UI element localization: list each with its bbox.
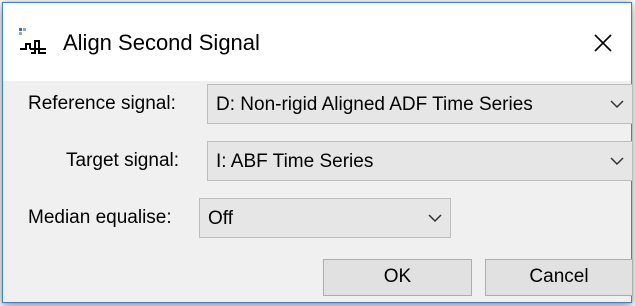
signal-align-app-icon bbox=[19, 28, 46, 54]
dialog-window: Align Second Signal Reference signal: D:… bbox=[2, 2, 633, 303]
chevron-down-icon bbox=[610, 157, 624, 166]
median-equalise-dropdown[interactable]: Off bbox=[199, 198, 451, 238]
chevron-down-icon bbox=[610, 100, 624, 109]
reference-signal-dropdown[interactable]: D: Non-rigid Aligned ADF Time Series bbox=[207, 84, 633, 124]
cancel-button[interactable]: Cancel bbox=[485, 259, 633, 296]
close-icon[interactable] bbox=[589, 29, 617, 57]
chevron-down-icon bbox=[428, 214, 442, 223]
target-signal-label: Target signal: bbox=[66, 150, 180, 171]
title-bar: Align Second Signal bbox=[3, 3, 631, 81]
screen: Align Second Signal Reference signal: D:… bbox=[0, 0, 635, 306]
reference-signal-value: D: Non-rigid Aligned ADF Time Series bbox=[216, 94, 533, 115]
median-equalise-value: Off bbox=[208, 208, 233, 229]
reference-signal-label: Reference signal: bbox=[28, 93, 176, 114]
target-signal-dropdown[interactable]: I: ABF Time Series bbox=[207, 141, 633, 181]
ok-button[interactable]: OK bbox=[323, 259, 472, 296]
window-title: Align Second Signal bbox=[63, 30, 260, 55]
target-signal-value: I: ABF Time Series bbox=[216, 151, 374, 172]
median-equalise-label: Median equalise: bbox=[28, 207, 172, 228]
